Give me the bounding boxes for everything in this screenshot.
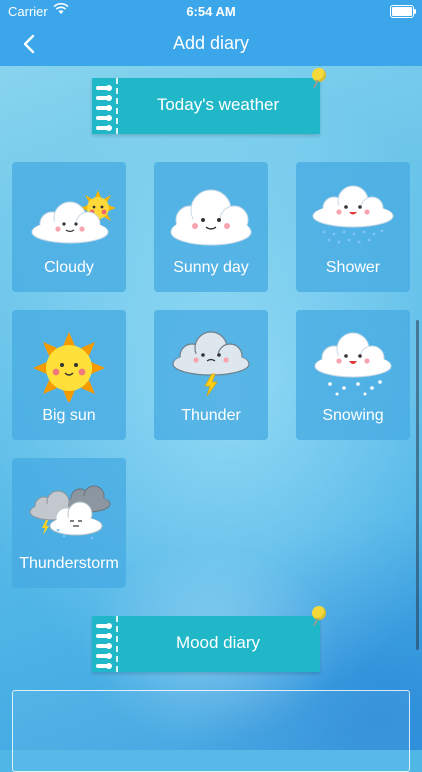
mood-section-title: Mood diary	[175, 633, 261, 652]
rain-cloud-icon	[312, 185, 394, 244]
clock: 6:54 AM	[186, 4, 236, 19]
pushpin-icon	[312, 68, 326, 82]
battery-icon	[390, 5, 416, 18]
weather-option-thunder[interactable]: Thunder	[154, 310, 268, 440]
mood-section-banner: Mood diary	[92, 606, 326, 672]
notebook-binding	[92, 616, 118, 672]
status-bar: Carrier 6:54 AM	[0, 0, 422, 22]
navigation-bar: Carrier 6:54 AM Add diary	[0, 0, 422, 66]
weather-option-label: Big sun	[42, 407, 96, 424]
weather-option-label: Shower	[325, 259, 381, 276]
smiling-cloud-icon	[170, 189, 252, 246]
weather-section-title: Today's weather	[156, 95, 280, 114]
pushpin-icon	[312, 606, 326, 620]
weather-section-banner: Today's weather	[92, 68, 326, 134]
weather-option-shower[interactable]: Shower	[296, 162, 410, 292]
snow-cloud-icon	[314, 332, 392, 396]
weather-option-label: Thunderstorm	[19, 555, 119, 572]
weather-option-label: Snowing	[322, 407, 384, 424]
notebook-binding	[92, 78, 118, 134]
weather-option-cloudy[interactable]: Cloudy	[12, 162, 126, 292]
page-title: Add diary	[172, 33, 250, 53]
sun-icon	[33, 332, 105, 402]
weather-option-thunderstorm[interactable]: Thunderstorm	[12, 458, 126, 588]
weather-option-label: Cloudy	[44, 259, 94, 276]
mood-diary-input[interactable]	[12, 690, 410, 772]
weather-option-label: Sunny day	[173, 259, 249, 276]
cloud-with-sun-icon	[31, 190, 116, 244]
weather-option-sunny-day[interactable]: Sunny day	[154, 162, 268, 292]
weather-option-label: Thunder	[181, 407, 241, 424]
thunder-cloud-icon	[172, 331, 250, 397]
storm-clouds-icon	[29, 485, 111, 540]
weather-option-snowing[interactable]: Snowing	[296, 310, 410, 440]
scrollbar[interactable]	[416, 320, 419, 650]
weather-option-big-sun[interactable]: Big sun	[12, 310, 126, 440]
